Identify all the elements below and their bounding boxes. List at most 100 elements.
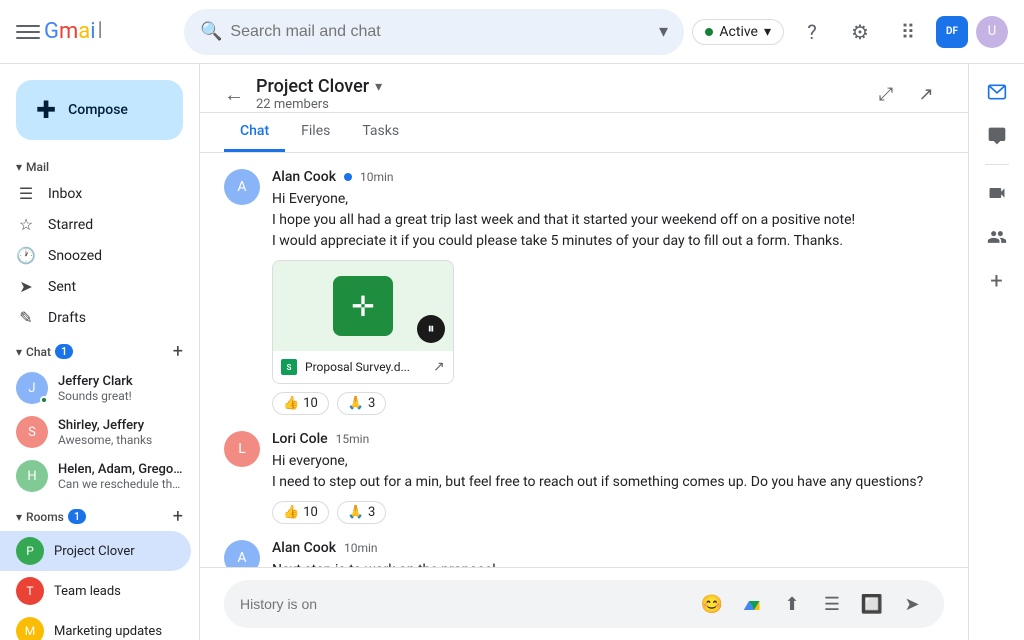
right-divider — [985, 164, 1009, 165]
message-3: A Alan Cook 10min Next step is to work o… — [224, 540, 944, 567]
chat-header: ← Project Clover ▾ 22 members ⤢ ↗ — [200, 64, 968, 113]
right-video-icon[interactable] — [977, 173, 1017, 213]
reaction-pray-1[interactable]: 🙏 3 — [337, 392, 387, 415]
msg-text-2: Hi everyone, I need to step out for a mi… — [272, 451, 944, 493]
msg-body-1: Alan Cook 10min Hi Everyone, I hope you … — [272, 169, 944, 415]
chat-item-info-shirley: Shirley, Jeffery Awesome, thanks — [58, 418, 183, 447]
right-add-icon[interactable]: + — [977, 261, 1017, 301]
attachment-footer: S Proposal Survey.d... ↗ — [273, 351, 453, 383]
chat-item-info-jeffery: Jeffery Clark Sounds great! — [58, 374, 183, 403]
send-button[interactable]: ➤ — [896, 588, 928, 620]
reactions-2: 👍 10 🙏 3 — [272, 501, 944, 524]
right-chat-icon[interactable] — [977, 116, 1017, 156]
mail-section-header[interactable]: ▾ Mail — [0, 156, 199, 178]
rooms-add-icon[interactable]: + — [173, 506, 183, 527]
chat-section-header[interactable]: ▾ Chat 1 + — [0, 337, 199, 366]
gmail-text: l — [98, 19, 103, 44]
right-contacts-icon[interactable] — [977, 217, 1017, 257]
right-mail-icon[interactable] — [977, 72, 1017, 112]
chat-title-text: Project Clover — [256, 76, 369, 97]
active-status[interactable]: Active ▾ — [692, 19, 784, 45]
inbox-icon: ☰ — [16, 184, 36, 203]
compose-button[interactable]: ✚ Compose — [16, 80, 183, 140]
msg-time-1: 10min — [360, 170, 394, 184]
calendar-button[interactable]: 🔲 — [856, 588, 888, 620]
reaction-thumbsup-1[interactable]: 👍 10 — [272, 392, 329, 415]
compose-plus-icon: ✚ — [36, 96, 56, 124]
settings-button[interactable]: ⚙ — [840, 12, 880, 52]
format-button[interactable]: ☰ — [816, 588, 848, 620]
chat-item-preview: Awesome, thanks — [58, 433, 183, 447]
chat-item-shirley[interactable]: S Shirley, Jeffery Awesome, thanks — [0, 410, 199, 454]
starred-icon: ☆ — [16, 215, 36, 234]
search-input[interactable] — [230, 23, 651, 41]
topbar-right: Active ▾ ? ⚙ ⠿ DF U — [692, 12, 1008, 52]
attachment-open-icon[interactable]: ↗ — [433, 359, 445, 375]
tab-files[interactable]: Files — [285, 113, 346, 152]
tab-chat[interactable]: Chat — [224, 113, 285, 152]
room-name: Project Clover — [54, 544, 135, 559]
chat-item-preview: Can we reschedule the meeti... — [58, 477, 183, 491]
msg-text-1: Hi Everyone, I hope you all had a great … — [272, 189, 944, 252]
apps-button[interactable]: ⠿ — [888, 12, 928, 52]
attachment-overlay-icon: ⏸ — [417, 315, 445, 343]
active-label: Active — [719, 24, 758, 40]
room-item-team-leads[interactable]: T Team leads — [0, 571, 199, 611]
chat-title-dropdown-icon[interactable]: ▾ — [375, 79, 382, 95]
chat-item-helen[interactable]: H Helen, Adam, Gregory Can we reschedule… — [0, 454, 199, 498]
tab-tasks[interactable]: Tasks — [346, 113, 415, 152]
reaction-pray-2[interactable]: 🙏 3 — [337, 501, 387, 524]
emoji-button[interactable]: 😊 — [696, 588, 728, 620]
main-content: ← Project Clover ▾ 22 members ⤢ ↗ Chat F… — [200, 64, 968, 640]
room-item-project-clover[interactable]: P Project Clover — [0, 531, 191, 571]
msg-online-dot — [344, 173, 352, 181]
msg-time-2: 15min — [336, 432, 370, 446]
open-external-icon[interactable]: ↗ — [908, 76, 944, 112]
nav-item-drafts[interactable]: ✎ Drafts — [0, 302, 191, 333]
nav-starred-label: Starred — [48, 217, 175, 233]
expand-icon[interactable]: ⤢ — [868, 76, 904, 112]
room-item-marketing[interactable]: M Marketing updates — [0, 611, 199, 640]
user-avatar[interactable]: U — [976, 16, 1008, 48]
nav-item-sent[interactable]: ➤ Sent — [0, 271, 191, 302]
avatar-lori-cole: L — [224, 431, 260, 467]
gmail-logo: Gmai l — [44, 19, 103, 44]
chat-section: ▾ Chat 1 + J Jeffery Clark Sounds great!… — [0, 337, 199, 498]
reaction-thumbsup-2[interactable]: 👍 10 — [272, 501, 329, 524]
message-input-area: 😊 ⬆ ☰ 🔲 ➤ — [200, 567, 968, 640]
msg-text-3: Next step is to work on the proposal — [272, 560, 944, 567]
upload-button[interactable]: ⬆ — [776, 588, 808, 620]
nav-item-inbox[interactable]: ☰ Inbox — [0, 178, 191, 209]
chat-item-name: Shirley, Jeffery — [58, 418, 183, 433]
topbar: Gmai l 🔍 ▾ Active ▾ ? ⚙ ⠿ DF U — [0, 0, 1024, 64]
message-input[interactable] — [240, 596, 688, 612]
search-bar[interactable]: 🔍 ▾ — [184, 9, 684, 55]
hamburger-menu[interactable] — [16, 20, 40, 44]
chat-avatar-helen: H — [16, 460, 48, 492]
msg-sender-2: Lori Cole — [272, 431, 328, 447]
sheets-icon: S — [281, 359, 297, 375]
main-layout: ✚ Compose ▾ Mail ☰ Inbox ☆ Starred 🕐 Sno… — [0, 64, 1024, 640]
back-button[interactable]: ← — [224, 82, 244, 107]
msg-body-3: Alan Cook 10min Next step is to work on … — [272, 540, 944, 567]
rooms-section-header[interactable]: ▾ Rooms 1 + — [0, 502, 199, 531]
chat-add-icon[interactable]: + — [173, 341, 183, 362]
help-button[interactable]: ? — [792, 12, 832, 52]
nav-sent-label: Sent — [48, 279, 175, 295]
compose-label: Compose — [68, 102, 128, 118]
drive-button[interactable] — [736, 588, 768, 620]
attachment-name: Proposal Survey.d... — [305, 360, 425, 374]
m-logo: Gmai — [44, 19, 96, 44]
active-dropdown-icon: ▾ — [764, 24, 771, 40]
chat-item-jeffery[interactable]: J Jeffery Clark Sounds great! — [0, 366, 199, 410]
messages-area: A Alan Cook 10min Hi Everyone, I hope yo… — [200, 153, 968, 567]
nav-item-snoozed[interactable]: 🕐 Snoozed — [0, 240, 191, 271]
chat-members: 22 members — [256, 97, 868, 112]
search-dropdown-icon[interactable]: ▾ — [659, 21, 668, 42]
msg-body-2: Lori Cole 15min Hi everyone, I need to s… — [272, 431, 944, 524]
chat-avatar-jeffery: J — [16, 372, 48, 404]
sent-icon: ➤ — [16, 277, 36, 296]
nav-inbox-label: Inbox — [48, 186, 175, 202]
nav-item-starred[interactable]: ☆ Starred — [0, 209, 191, 240]
message-input-box: 😊 ⬆ ☰ 🔲 ➤ — [224, 580, 944, 628]
